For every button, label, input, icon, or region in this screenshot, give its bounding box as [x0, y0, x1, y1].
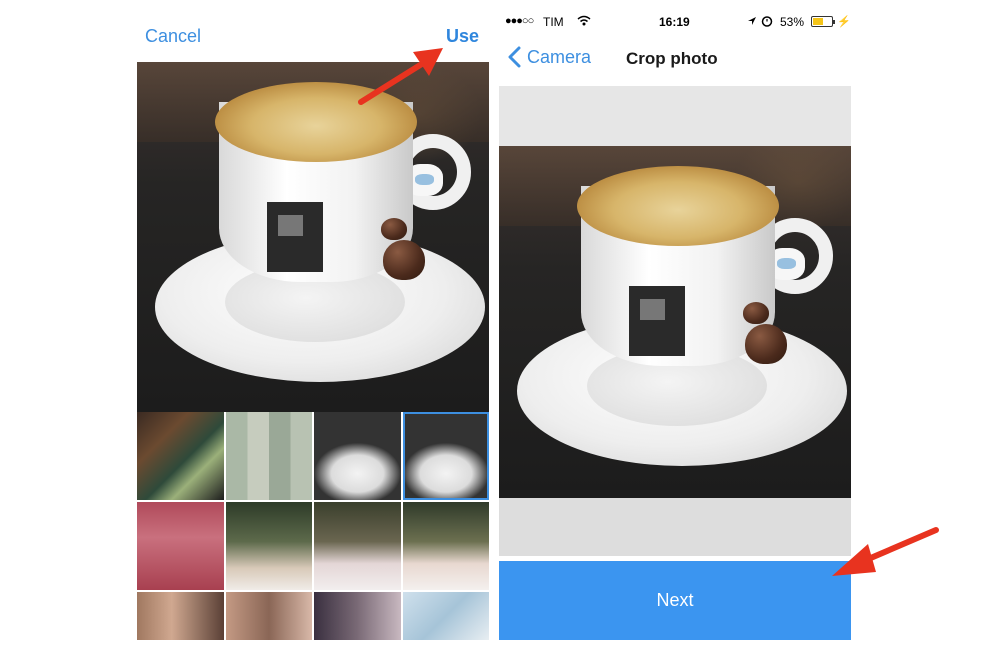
- charging-icon: ⚡: [837, 16, 851, 28]
- back-button-label: Camera: [527, 46, 592, 67]
- back-button[interactable]: Camera: [507, 46, 591, 68]
- navigation-bar: Camera Crop photo: [499, 34, 851, 84]
- photo-thumbnail[interactable]: [225, 502, 312, 590]
- carrier-name: TIM: [543, 15, 564, 29]
- photo-thumbnail[interactable]: [137, 412, 224, 500]
- photo-thumbnail[interactable]: [137, 502, 224, 590]
- photo-thumbnail[interactable]: [314, 592, 401, 640]
- battery-percent: 53%: [780, 15, 805, 29]
- photo-thumbnail[interactable]: [402, 592, 489, 640]
- wifi-icon: [577, 15, 591, 29]
- selected-photo-preview: [137, 62, 489, 412]
- chocolate: [745, 324, 787, 364]
- photo-thumbnail[interactable]: [225, 592, 312, 640]
- cancel-button[interactable]: Cancel: [145, 26, 201, 47]
- crop-area[interactable]: [499, 86, 851, 556]
- location-icon: [747, 15, 757, 29]
- photo-thumbnail[interactable]: [137, 592, 224, 640]
- photo-thumbnail[interactable]: [314, 502, 401, 590]
- annotation-arrow: [832, 527, 939, 576]
- page-title: Crop photo: [626, 49, 718, 68]
- camera-roll-grid: [137, 412, 489, 640]
- status-bar: ●●●○○ TIM 16:19 53% ⚡: [499, 10, 851, 34]
- chocolate: [381, 218, 407, 240]
- crop-margin: [499, 86, 851, 146]
- crop-photo-preview[interactable]: [499, 146, 851, 498]
- clock: 16:19: [659, 15, 690, 29]
- photo-thumbnail[interactable]: [225, 412, 312, 500]
- cup-rim: [577, 166, 779, 246]
- battery-icon: [811, 16, 835, 27]
- chevron-left-icon: [508, 46, 521, 68]
- chocolate: [383, 240, 425, 280]
- photo-thumbnail[interactable]: [402, 502, 489, 590]
- photo-thumbnail-selected[interactable]: [402, 412, 489, 500]
- crop-photo-screen: ●●●○○ TIM 16:19 53% ⚡ Camera Crop photo: [499, 10, 851, 640]
- chocolate: [743, 302, 769, 324]
- cup-label: [629, 286, 685, 356]
- photo-thumbnail[interactable]: [314, 412, 401, 500]
- cup-label: [267, 202, 323, 272]
- next-button[interactable]: Next: [499, 561, 851, 640]
- annotation-arrow: [358, 48, 443, 105]
- signal-strength: ●●●○○: [505, 15, 534, 27]
- alarm-icon: [761, 15, 773, 30]
